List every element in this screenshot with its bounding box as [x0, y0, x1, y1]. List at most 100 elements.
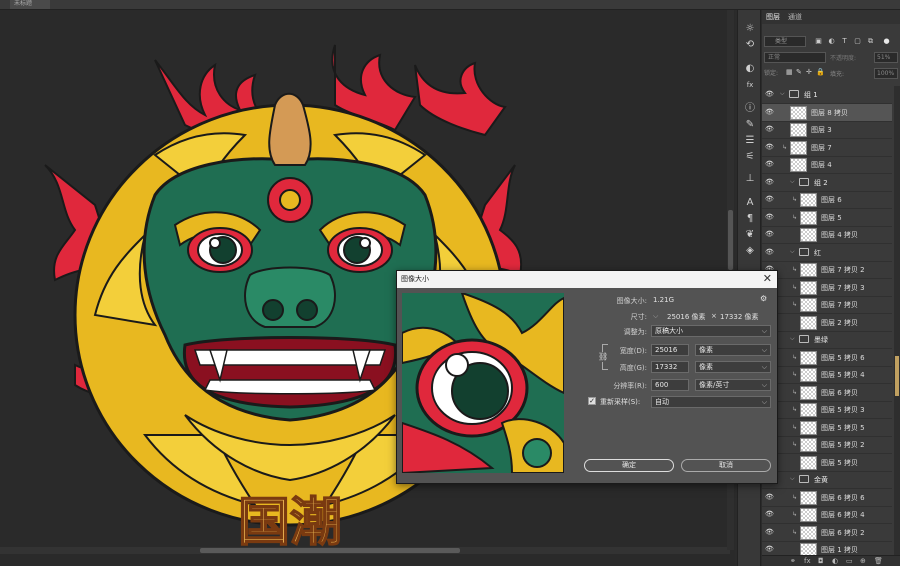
group-caret-icon[interactable]: ⌵ — [780, 90, 785, 98]
layer-thumbnail[interactable] — [800, 350, 817, 365]
layer-thumbnail[interactable] — [800, 263, 817, 277]
layer-thumbnail[interactable] — [800, 298, 817, 312]
filter-toggle-icon[interactable]: ● — [882, 37, 891, 46]
gear-icon[interactable]: ⚙ — [760, 294, 767, 303]
width-field[interactable]: 25016 — [651, 344, 689, 356]
layer-row[interactable]: 👁 ↳ 图层 6 拷贝 6 — [762, 489, 892, 507]
layer-row[interactable]: 👁 ↳ 图层 6 拷贝 2 — [762, 524, 892, 542]
visibility-eye-icon[interactable]: 👁 — [765, 248, 775, 257]
group-caret-icon[interactable]: ⌵ — [790, 178, 795, 186]
visibility-eye-icon[interactable]: 👁 — [765, 545, 775, 554]
visibility-eye-icon[interactable]: 👁 — [765, 195, 775, 204]
ok-button[interactable]: 确定 — [584, 459, 674, 472]
layer-row[interactable]: 👁↳图层 6 拷贝 — [762, 384, 892, 402]
layer-thumbnail[interactable] — [800, 193, 817, 207]
visibility-eye-icon[interactable]: 👁 — [765, 90, 775, 99]
visibility-eye-icon[interactable]: 👁 — [765, 213, 775, 222]
layer-row[interactable]: 👁↳图层 5 拷贝 5 — [762, 419, 892, 437]
new-adjustment-icon[interactable]: ◐ — [832, 557, 838, 565]
resolution-field[interactable]: 600 — [651, 379, 689, 391]
info-icon[interactable]: ⓘ — [742, 102, 758, 116]
layer-thumbnail[interactable] — [800, 280, 817, 295]
sliders-icon[interactable]: ⚟ — [742, 150, 758, 164]
visibility-eye-icon[interactable]: 👁 — [765, 230, 775, 239]
horizontal-scroll-thumb[interactable] — [200, 548, 460, 553]
smart-object-filter-icon[interactable]: ⧉ — [866, 37, 875, 46]
layer-row[interactable]: 👁 图层 4 拷贝 — [762, 226, 892, 244]
visibility-eye-icon[interactable]: 👁 — [765, 493, 775, 502]
layer-row[interactable]: 👁 ↳ 图层 7 拷贝 2 — [762, 261, 892, 279]
image-preview[interactable] — [402, 293, 564, 473]
group-caret-icon[interactable]: ⌵ — [790, 248, 795, 256]
fit-to-select[interactable]: 原稿大小 ⌵ — [651, 325, 771, 337]
group-caret-icon[interactable]: ⌵ — [790, 475, 795, 483]
layer-row[interactable]: 👁↳图层 7 拷贝 3 — [762, 279, 892, 297]
layer-row[interactable]: 👁↳图层 5 拷贝 4 — [762, 366, 892, 384]
layer-row[interactable]: 👁 ↳ 图层 7 — [762, 139, 892, 157]
layer-group-row[interactable]: 👁 ⌵ 红 — [762, 244, 892, 262]
layer-thumbnail[interactable] — [790, 123, 807, 137]
layer-thumbnail[interactable] — [800, 403, 817, 417]
layer-thumbnail[interactable] — [800, 368, 817, 382]
lock-position-icon[interactable]: ✛ — [806, 68, 812, 76]
layer-thumbnail[interactable] — [790, 140, 807, 155]
layer-row[interactable]: 👁↳图层 7 拷贝 — [762, 296, 892, 314]
blend-mode-select[interactable]: 正常 — [764, 52, 826, 63]
layer-thumbnail[interactable] — [800, 438, 817, 452]
visibility-eye-icon[interactable]: 👁 — [765, 510, 775, 519]
height-field[interactable]: 17332 — [651, 361, 689, 373]
color-icon[interactable]: ◐ — [742, 62, 758, 76]
visibility-eye-icon[interactable]: 👁 — [765, 143, 775, 152]
layer-group-row[interactable]: 👁⌵墨绿 — [762, 331, 892, 349]
layer-group-row[interactable]: 👁 ⌵ 组 2 — [762, 174, 892, 192]
resample-select[interactable]: 自动 ⌵ — [651, 396, 771, 408]
layer-row[interactable]: 👁图层 2 拷贝 — [762, 314, 892, 332]
stamp-icon[interactable]: ⊥ — [742, 172, 758, 186]
adjustment-filter-icon[interactable]: ◐ — [827, 37, 836, 46]
fx-icon[interactable]: fx — [804, 557, 811, 565]
layers-scrollbar[interactable] — [894, 86, 900, 556]
visibility-eye-icon[interactable]: 👁 — [765, 178, 775, 187]
chevron-down-icon[interactable]: ⌵ — [653, 312, 658, 321]
visibility-eye-icon[interactable]: 👁 — [765, 125, 775, 134]
layer-row[interactable]: 👁 图层 8 拷贝 — [762, 103, 892, 122]
new-layer-icon[interactable]: ⊕ — [860, 557, 866, 565]
layer-thumbnail[interactable] — [800, 210, 817, 225]
lock-all-icon[interactable]: 🔒 — [816, 68, 825, 76]
brush-icon[interactable]: ✎ — [742, 118, 758, 132]
layer-thumbnail[interactable] — [800, 228, 817, 242]
lock-transparent-icon[interactable]: ▦ — [786, 68, 793, 76]
cancel-button[interactable]: 取消 — [681, 459, 771, 472]
visibility-eye-icon[interactable]: 👁 — [765, 160, 775, 169]
layer-thumbnail[interactable] — [800, 455, 817, 470]
layer-thumbnail[interactable] — [790, 105, 807, 120]
layer-row[interactable]: 👁图层 5 拷贝 — [762, 454, 892, 472]
width-unit-select[interactable]: 像素 ⌵ — [695, 344, 771, 356]
paragraph-icon[interactable]: ¶ — [742, 212, 758, 226]
layer-row[interactable]: 👁 ↳ 图层 6 — [762, 191, 892, 209]
horizontal-scrollbar[interactable] — [0, 547, 730, 554]
layer-thumbnail[interactable] — [800, 490, 817, 505]
group-caret-icon[interactable]: ⌵ — [790, 335, 795, 343]
delete-layer-icon[interactable]: 🗑 — [874, 557, 883, 565]
layer-row[interactable]: 👁↳图层 5 拷贝 2 — [762, 436, 892, 454]
vertical-scroll-thumb[interactable] — [728, 210, 733, 270]
visibility-eye-icon[interactable]: 👁 — [765, 528, 775, 537]
pixel-filter-icon[interactable]: ▣ — [814, 37, 823, 46]
fx-icon[interactable]: fx — [742, 78, 758, 92]
layer-row[interactable]: 👁↳图层 5 拷贝 3 — [762, 401, 892, 419]
layer-kind-filter[interactable]: 类型 — [764, 36, 806, 47]
add-mask-icon[interactable]: ◘ — [818, 557, 824, 565]
shape-filter-icon[interactable]: ▢ — [853, 37, 862, 46]
layer-row[interactable]: 👁 图层 4 — [762, 156, 892, 174]
dialog-titlebar[interactable]: 图像大小 ✕ — [397, 271, 777, 288]
link-layers-icon[interactable]: ⚭ — [790, 557, 796, 565]
tool-preset-icon[interactable]: ◈ — [742, 244, 758, 258]
document-tab[interactable]: 未标题 — [10, 0, 50, 9]
resolution-unit-select[interactable]: 像素/英寸 ⌵ — [695, 379, 771, 391]
layer-group-row[interactable]: 👁⌵金黄 — [762, 471, 892, 489]
layer-row[interactable]: 👁 图层 3 — [762, 121, 892, 139]
layer-row[interactable]: 👁 ↳ 图层 6 拷贝 4 — [762, 506, 892, 524]
visibility-eye-icon[interactable]: 👁 — [765, 108, 775, 117]
tab-layers[interactable]: 图层 — [766, 12, 780, 22]
